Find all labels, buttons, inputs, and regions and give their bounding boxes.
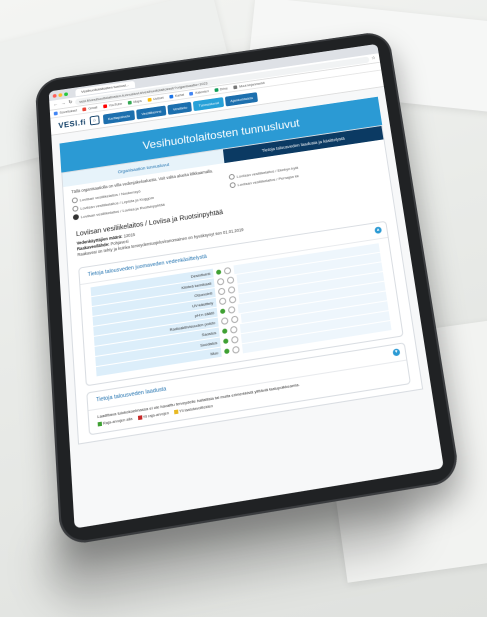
- radio-icon[interactable]: [72, 205, 78, 211]
- info-circle-icon[interactable]: [231, 315, 239, 323]
- bookmark-label: Uutiset: [153, 96, 164, 101]
- bookmark-label: Sovellukset: [59, 109, 77, 115]
- radio-icon[interactable]: [73, 214, 79, 221]
- check-icon: [220, 308, 226, 314]
- check-icon: [223, 338, 229, 344]
- home-icon[interactable]: ⌂: [89, 115, 99, 125]
- bookmark-icon: [233, 85, 237, 89]
- bookmark-item[interactable]: Kartat: [169, 93, 184, 99]
- bookmark-icon: [128, 101, 132, 105]
- legend-label: Raja-arvojen alla: [103, 417, 133, 426]
- bookmark-item[interactable]: Kalenteri: [190, 89, 209, 95]
- radio-icon[interactable]: [72, 197, 78, 203]
- check-icon: [224, 348, 230, 354]
- tablet-screen: Vesihuoltolaitosten tunnusl... ← → ↻ ves…: [49, 44, 444, 529]
- empty-circle-icon: [217, 278, 225, 286]
- bookmark-item[interactable]: Maps: [128, 99, 142, 105]
- bookmark-icon: [103, 104, 107, 108]
- forward-icon[interactable]: →: [61, 101, 66, 107]
- nav-item[interactable]: Ajankohtaista: [225, 92, 258, 106]
- nav-item[interactable]: Karttapalvelu: [103, 110, 135, 124]
- nav-item[interactable]: Tunnusluvut: [193, 97, 224, 111]
- bookmark-icon: [147, 98, 151, 102]
- maximize-window-icon[interactable]: [64, 92, 68, 96]
- bookmark-icon: [54, 111, 58, 115]
- info-circle-icon[interactable]: [228, 306, 236, 314]
- bookmark-item[interactable]: Uutiset: [147, 96, 164, 102]
- bookmark-icon: [214, 88, 218, 92]
- nav-item[interactable]: Vesiliikenne: [136, 105, 166, 119]
- bookmark-icon: [83, 107, 87, 111]
- bookmark-label: Gmail: [88, 106, 97, 111]
- close-window-icon[interactable]: [53, 93, 57, 97]
- check-icon: [216, 269, 221, 275]
- info-circle-icon[interactable]: [232, 346, 240, 354]
- legend-swatch: [137, 415, 141, 420]
- legend-swatch: [98, 422, 102, 427]
- empty-circle-icon: [218, 288, 226, 296]
- legend-label: Yli laatutavoitteiden: [179, 404, 213, 414]
- minimize-window-icon[interactable]: [58, 93, 62, 97]
- info-circle-icon[interactable]: [224, 267, 232, 275]
- users-value: 12015: [123, 232, 135, 238]
- bookmark-item[interactable]: YouTube: [103, 102, 122, 108]
- bookmark-item[interactable]: Drive: [214, 87, 228, 92]
- star-icon[interactable]: ☆: [371, 55, 376, 61]
- bookmark-item[interactable]: Gmail: [83, 106, 98, 112]
- bookmark-label: YouTube: [109, 102, 123, 107]
- info-circle-icon[interactable]: [229, 296, 237, 304]
- radio-icon[interactable]: [229, 174, 235, 180]
- bookmark-icon: [190, 92, 194, 96]
- info-circle-icon[interactable]: [227, 276, 235, 284]
- check-icon: [222, 328, 228, 334]
- info-circle-icon[interactable]: [228, 286, 236, 294]
- nav-item[interactable]: Vesitieto: [168, 101, 193, 114]
- back-icon[interactable]: ←: [53, 102, 58, 108]
- bookmark-label: Kalenteri: [195, 89, 209, 94]
- radio-icon[interactable]: [229, 182, 235, 188]
- bookmark-label: Maps: [133, 99, 142, 104]
- legend-label: Yli raja-arvojen: [143, 411, 169, 419]
- bookmark-label: Kartat: [175, 93, 184, 98]
- info-circle-icon[interactable]: [231, 336, 239, 344]
- site-logo[interactable]: VESI.fi: [58, 118, 86, 130]
- bookmark-label: Drive: [220, 87, 228, 92]
- content-card: Organisaation tunnusluvut Tietoja talous…: [61, 125, 423, 445]
- tablet-device: Vesihuoltolaitosten tunnusl... ← → ↻ ves…: [35, 30, 461, 546]
- empty-circle-icon: [219, 297, 227, 305]
- legend-swatch: [174, 410, 178, 415]
- legend-item: Yli raja-arvojen: [137, 411, 169, 420]
- empty-circle-icon: [221, 317, 229, 325]
- reload-icon[interactable]: ↻: [68, 100, 72, 106]
- bookmark-icon: [169, 95, 173, 99]
- info-circle-icon[interactable]: [230, 326, 238, 334]
